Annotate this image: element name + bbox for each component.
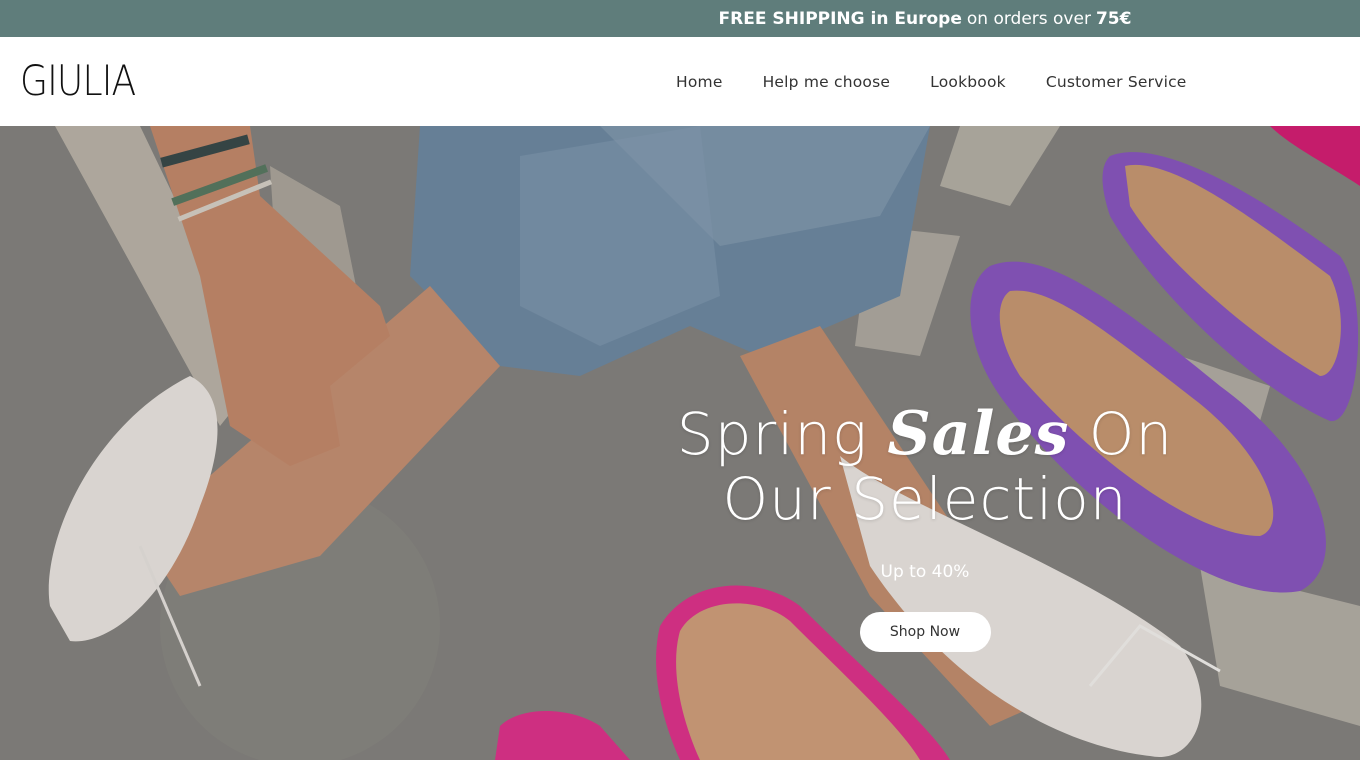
announcement-bar: FREE SHIPPING in Europe on orders over 7… [0, 0, 1360, 37]
hero-banner: Spring Sales On Our Selection Up to 40% … [0, 126, 1360, 760]
hero-content: Spring Sales On Our Selection Up to 40% … [620, 402, 1230, 652]
nav-customer-service[interactable]: Customer Service [1046, 73, 1187, 91]
shop-now-button[interactable]: Shop Now [859, 612, 991, 652]
nav-home[interactable]: Home [676, 73, 723, 91]
hero-subline: Up to 40% [880, 562, 970, 582]
nav-lookbook[interactable]: Lookbook [930, 73, 1006, 91]
brand-logo[interactable]: GIULIA [20, 59, 136, 103]
announcement-free-shipping: FREE SHIPPING in Europe [718, 8, 962, 29]
hero-headline-italic: Sales [887, 399, 1070, 469]
hero-headline: Spring Sales On Our Selection [620, 402, 1230, 532]
site-header: GIULIA Home Help me choose Lookbook Cust… [0, 37, 1360, 126]
hero-headline-line2: Our Selection [722, 465, 1128, 533]
announcement-condition: on orders over [966, 8, 1091, 29]
hero-headline-prefix: Spring [676, 400, 868, 468]
main-nav: Home Help me choose Lookbook Customer Se… [676, 37, 1187, 126]
hero-headline-suffix: On [1088, 400, 1174, 468]
nav-help-me-choose[interactable]: Help me choose [763, 73, 891, 91]
announcement-threshold: 75€ [1095, 8, 1132, 29]
